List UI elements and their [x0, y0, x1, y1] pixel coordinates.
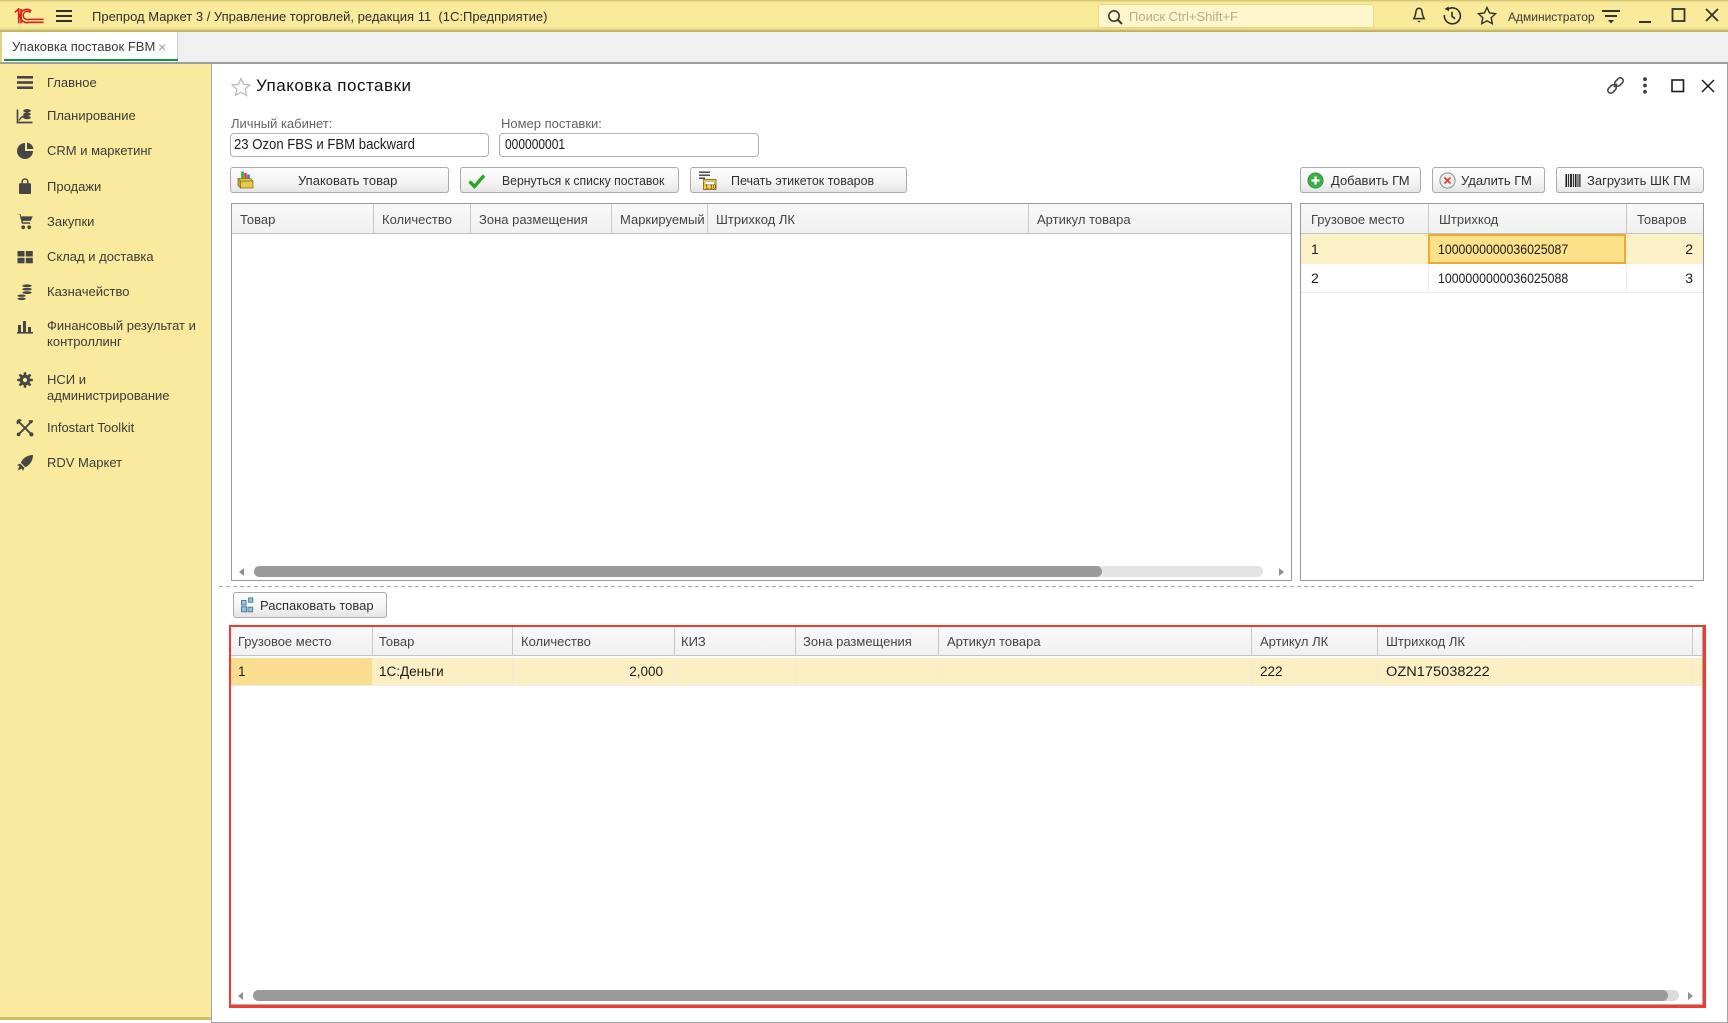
svg-text:1.10: 1.10: [705, 184, 716, 190]
